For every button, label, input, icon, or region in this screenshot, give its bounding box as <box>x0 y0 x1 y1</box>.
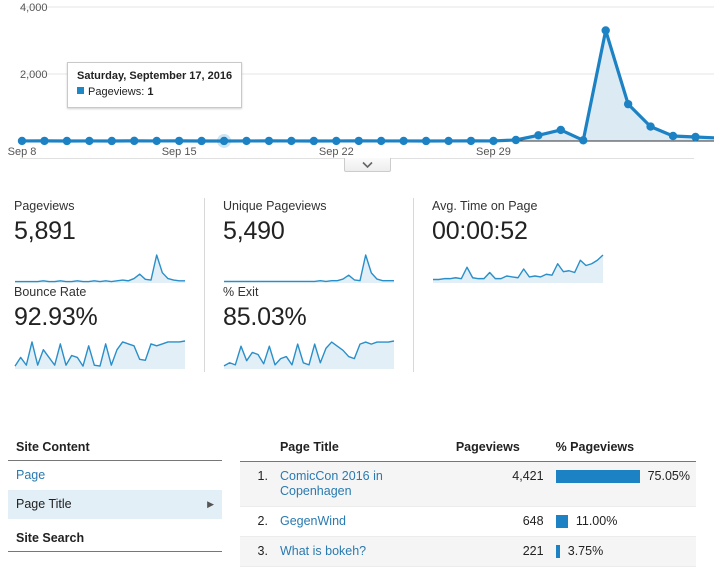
percent-bar <box>556 470 640 483</box>
table-row[interactable]: 1.ComicCon 2016 in Copenhagen4,421 75.05% <box>240 462 696 507</box>
metric-sparkline <box>14 337 186 371</box>
metric-card-bounce-rate[interactable]: Bounce Rate 92.93% <box>14 284 205 372</box>
metric-cards: Pageviews 5,891 Unique Pageviews 5,490 A… <box>0 198 714 372</box>
metric-card-pageviews[interactable]: Pageviews 5,891 <box>14 198 205 284</box>
pageviews-chart-panel: 2,000 4,000 Sep 8 Sep 15 Sep 22 Sep 29 Saturd… <box>0 0 714 178</box>
table-row[interactable]: 3. What is bokeh? 221 3.75% <box>240 537 696 567</box>
metric-sparkline <box>223 337 395 371</box>
tooltip-metric: Pageviews: 1 <box>77 85 232 100</box>
sidebar-item-page-title[interactable]: Page Title ▶ <box>8 490 222 519</box>
chevron-down-icon <box>362 161 373 168</box>
metric-sparkline <box>14 251 186 285</box>
sidebar-item-label: Page <box>16 468 45 482</box>
report-bottom-panel: Site Content Page Page Title ▶ Site Sear… <box>0 430 714 567</box>
chevron-right-icon: ▶ <box>207 500 214 509</box>
metric-value: 92.93% <box>14 302 186 333</box>
percent-bar-wrap: 3.75% <box>556 544 690 558</box>
metric-card-empty-slot <box>432 284 622 372</box>
svg-text:Sep 15: Sep 15 <box>162 146 197 158</box>
percent-label: 75.05% <box>648 469 690 483</box>
column-header-pageviews[interactable]: Pageviews <box>450 436 550 462</box>
chart-tooltip: Saturday, September 17, 2016 Pageviews: … <box>67 62 242 108</box>
page-title-link[interactable]: GegenWind <box>280 514 346 529</box>
chart-collapse-handle[interactable] <box>344 158 391 172</box>
sidebar-heading-site-search: Site Search <box>8 527 222 552</box>
percent-bar <box>556 515 568 528</box>
column-header-index[interactable] <box>240 436 274 462</box>
metric-value: 5,891 <box>14 216 186 247</box>
percent-label: 11.00% <box>576 514 617 528</box>
tooltip-metric-label: Pageviews <box>88 86 141 98</box>
page-title-link[interactable]: ComicCon 2016 in Copenhagen <box>280 469 444 499</box>
percent-bar-wrap: 11.00% <box>556 514 690 528</box>
metric-card-row-1: Pageviews 5,891 Unique Pageviews 5,490 A… <box>14 198 700 284</box>
row-page-title: What is bokeh? <box>274 537 450 567</box>
metric-card-row-2: Bounce Rate 92.93% % Exit 85.03% <box>14 284 700 372</box>
row-pageviews: 648 <box>450 507 550 537</box>
table-header-row: Page Title Pageviews % Pageviews <box>240 436 696 462</box>
svg-text:Sep 8: Sep 8 <box>8 146 37 158</box>
svg-text:4,000: 4,000 <box>20 2 48 14</box>
metric-card-unique-pageviews[interactable]: Unique Pageviews 5,490 <box>223 198 414 284</box>
sidebar-heading-site-content: Site Content <box>8 436 222 461</box>
metric-sparkline <box>223 251 395 285</box>
metric-label: % Exit <box>223 284 395 300</box>
column-header-percent-pageviews[interactable]: % Pageviews <box>550 436 696 462</box>
row-pageviews: 4,421 <box>450 462 550 507</box>
metric-sparkline <box>432 251 604 285</box>
metric-value: 5,490 <box>223 216 395 247</box>
row-index: 3. <box>240 537 274 567</box>
metric-card-percent-exit[interactable]: % Exit 85.03% <box>223 284 414 372</box>
percent-bar-wrap: 75.05% <box>556 469 690 483</box>
row-index: 1. <box>240 462 274 507</box>
metric-card-avg-time-on-page[interactable]: Avg. Time on Page 00:00:52 <box>432 198 622 284</box>
row-percent-pageviews: 11.00% <box>550 507 696 537</box>
row-page-title: GegenWind <box>274 507 450 537</box>
svg-text:2,000: 2,000 <box>20 69 48 81</box>
row-pageviews: 221 <box>450 537 550 567</box>
sidebar-item-label: Page Title <box>16 497 72 511</box>
row-percent-pageviews: 3.75% <box>550 537 696 567</box>
sidebar-item-page[interactable]: Page <box>8 461 222 490</box>
svg-text:Sep 29: Sep 29 <box>476 146 511 158</box>
metric-label: Bounce Rate <box>14 284 186 300</box>
row-page-title: ComicCon 2016 in Copenhagen <box>274 462 450 507</box>
page-title-table: Page Title Pageviews % Pageviews 1.Comic… <box>240 436 696 567</box>
tooltip-series-swatch <box>77 87 84 94</box>
metric-label: Unique Pageviews <box>223 198 395 214</box>
svg-text:Sep 22: Sep 22 <box>319 146 354 158</box>
site-content-sidebar: Site Content Page Page Title ▶ Site Sear… <box>8 430 222 567</box>
page-title-table-area: Page Title Pageviews % Pageviews 1.Comic… <box>222 430 714 567</box>
metric-label: Avg. Time on Page <box>432 198 604 214</box>
page-title-link[interactable]: What is bokeh? <box>280 544 366 559</box>
tooltip-metric-value: 1 <box>147 86 153 98</box>
metric-value: 85.03% <box>223 302 395 333</box>
percent-bar <box>556 545 560 558</box>
row-percent-pageviews: 75.05% <box>550 462 696 507</box>
tooltip-date: Saturday, September 17, 2016 <box>77 69 232 84</box>
metric-value: 00:00:52 <box>432 216 604 247</box>
percent-label: 3.75% <box>568 544 603 558</box>
metric-label: Pageviews <box>14 198 186 214</box>
column-header-page-title[interactable]: Page Title <box>274 436 450 462</box>
row-index: 2. <box>240 507 274 537</box>
table-row[interactable]: 2. GegenWind 648 11.00% <box>240 507 696 537</box>
